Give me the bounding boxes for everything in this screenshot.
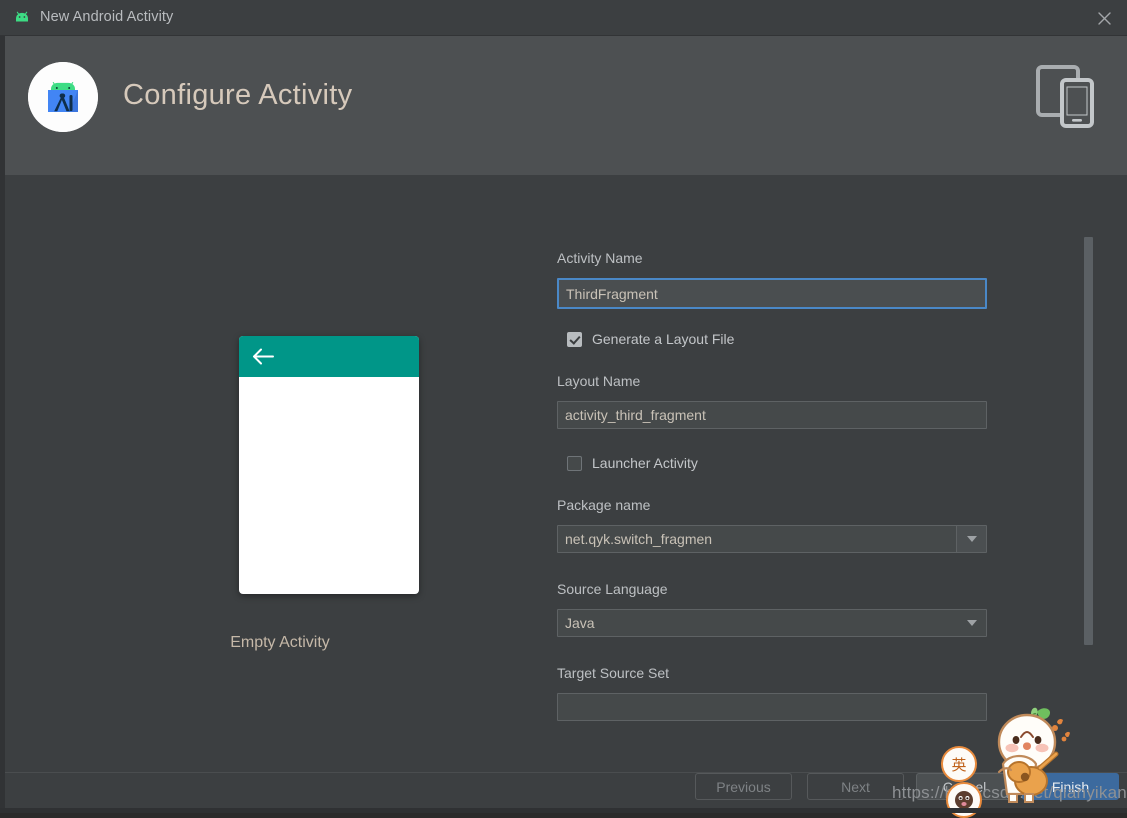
source-language-combo[interactable]: Java: [557, 609, 987, 637]
arrow-back-icon: [252, 348, 274, 370]
ime-language-badge: 英: [941, 746, 977, 782]
template-caption: Empty Activity: [230, 634, 330, 651]
window-titlebar: New Android Activity: [0, 0, 1127, 36]
dialog-header: Configure Activity: [5, 36, 1127, 175]
source-language-value: Java: [565, 615, 595, 631]
chevron-down-icon[interactable]: [956, 526, 986, 552]
taskbar-strip: [0, 808, 1127, 813]
window-title: New Android Activity: [40, 9, 174, 25]
mascot-guitar-sticker: [985, 706, 1077, 806]
source-language-label: Source Language: [557, 581, 668, 597]
generate-layout-label: Generate a Layout File: [592, 331, 735, 347]
android-robot-icon: [12, 10, 32, 26]
close-icon[interactable]: [1081, 0, 1127, 36]
activity-preview: [239, 336, 419, 594]
layout-name-label: Layout Name: [557, 373, 641, 389]
generate-layout-checkbox-row[interactable]: Generate a Layout File: [557, 330, 734, 348]
next-button[interactable]: Next: [807, 773, 904, 800]
target-source-set-label: Target Source Set: [557, 665, 670, 681]
generate-layout-checkbox[interactable]: [567, 331, 582, 347]
package-name-label: Package name: [557, 497, 651, 513]
form-scrollbar-thumb[interactable]: [1084, 237, 1093, 645]
activity-name-label: Activity Name: [557, 250, 643, 266]
launcher-activity-label: Launcher Activity: [592, 455, 698, 471]
target-source-set-combo[interactable]: [557, 693, 987, 721]
dialog-content: Empty Activity Activity Name Generate a …: [5, 175, 1127, 773]
launcher-activity-checkbox[interactable]: [567, 455, 582, 471]
activity-form: Activity Name Generate a Layout File Lay…: [553, 175, 1053, 773]
dialog-window: New Android Activity Configure Activity …: [0, 0, 1127, 818]
package-name-value: net.qyk.switch_fragmen: [565, 531, 713, 547]
layout-name-input[interactable]: [557, 401, 987, 429]
page-title: Configure Activity: [123, 79, 353, 111]
launcher-activity-checkbox-row[interactable]: Launcher Activity: [557, 454, 698, 472]
tablet-and-phone-icon: [1036, 64, 1102, 128]
new-android-activity-dialog: Configure Activity Empty Activity Activi…: [5, 36, 1127, 813]
previous-button[interactable]: Previous: [695, 773, 792, 800]
activity-name-input[interactable]: [557, 278, 987, 309]
chevron-down-icon[interactable]: [967, 610, 977, 636]
package-name-combo[interactable]: net.qyk.switch_fragmen: [557, 525, 987, 553]
android-studio-logo-icon: [28, 62, 98, 132]
preview-appbar: [239, 336, 419, 377]
